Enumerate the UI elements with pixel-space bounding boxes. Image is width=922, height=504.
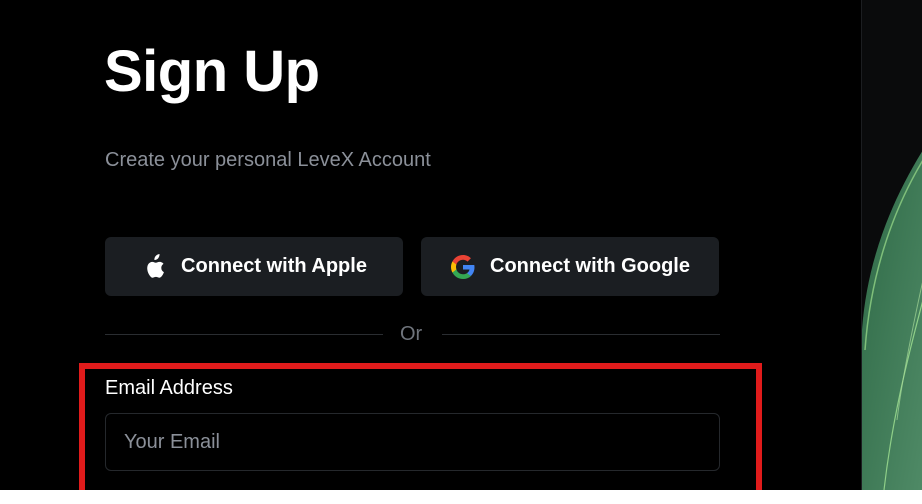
green-wave-graphic [862, 151, 922, 490]
page-title: Sign Up [104, 39, 320, 104]
connect-apple-label: Connect with Apple [181, 255, 367, 277]
apple-icon [141, 253, 167, 280]
divider-line-left [105, 334, 383, 335]
page-subtitle: Create your personal LeveX Account [105, 149, 431, 171]
connect-google-button[interactable]: Connect with Google [421, 237, 719, 296]
decorative-side-panel [861, 0, 922, 490]
connect-apple-button[interactable]: Connect with Apple [105, 237, 403, 296]
email-label: Email Address [105, 377, 233, 399]
connect-google-label: Connect with Google [490, 255, 690, 277]
page-bottom-strip [0, 490, 922, 504]
email-input[interactable] [105, 413, 720, 471]
signup-page: Sign Up Create your personal LeveX Accou… [0, 0, 922, 490]
google-icon [450, 254, 476, 280]
divider-line-right [442, 334, 720, 335]
divider-or-text: Or [400, 323, 423, 345]
